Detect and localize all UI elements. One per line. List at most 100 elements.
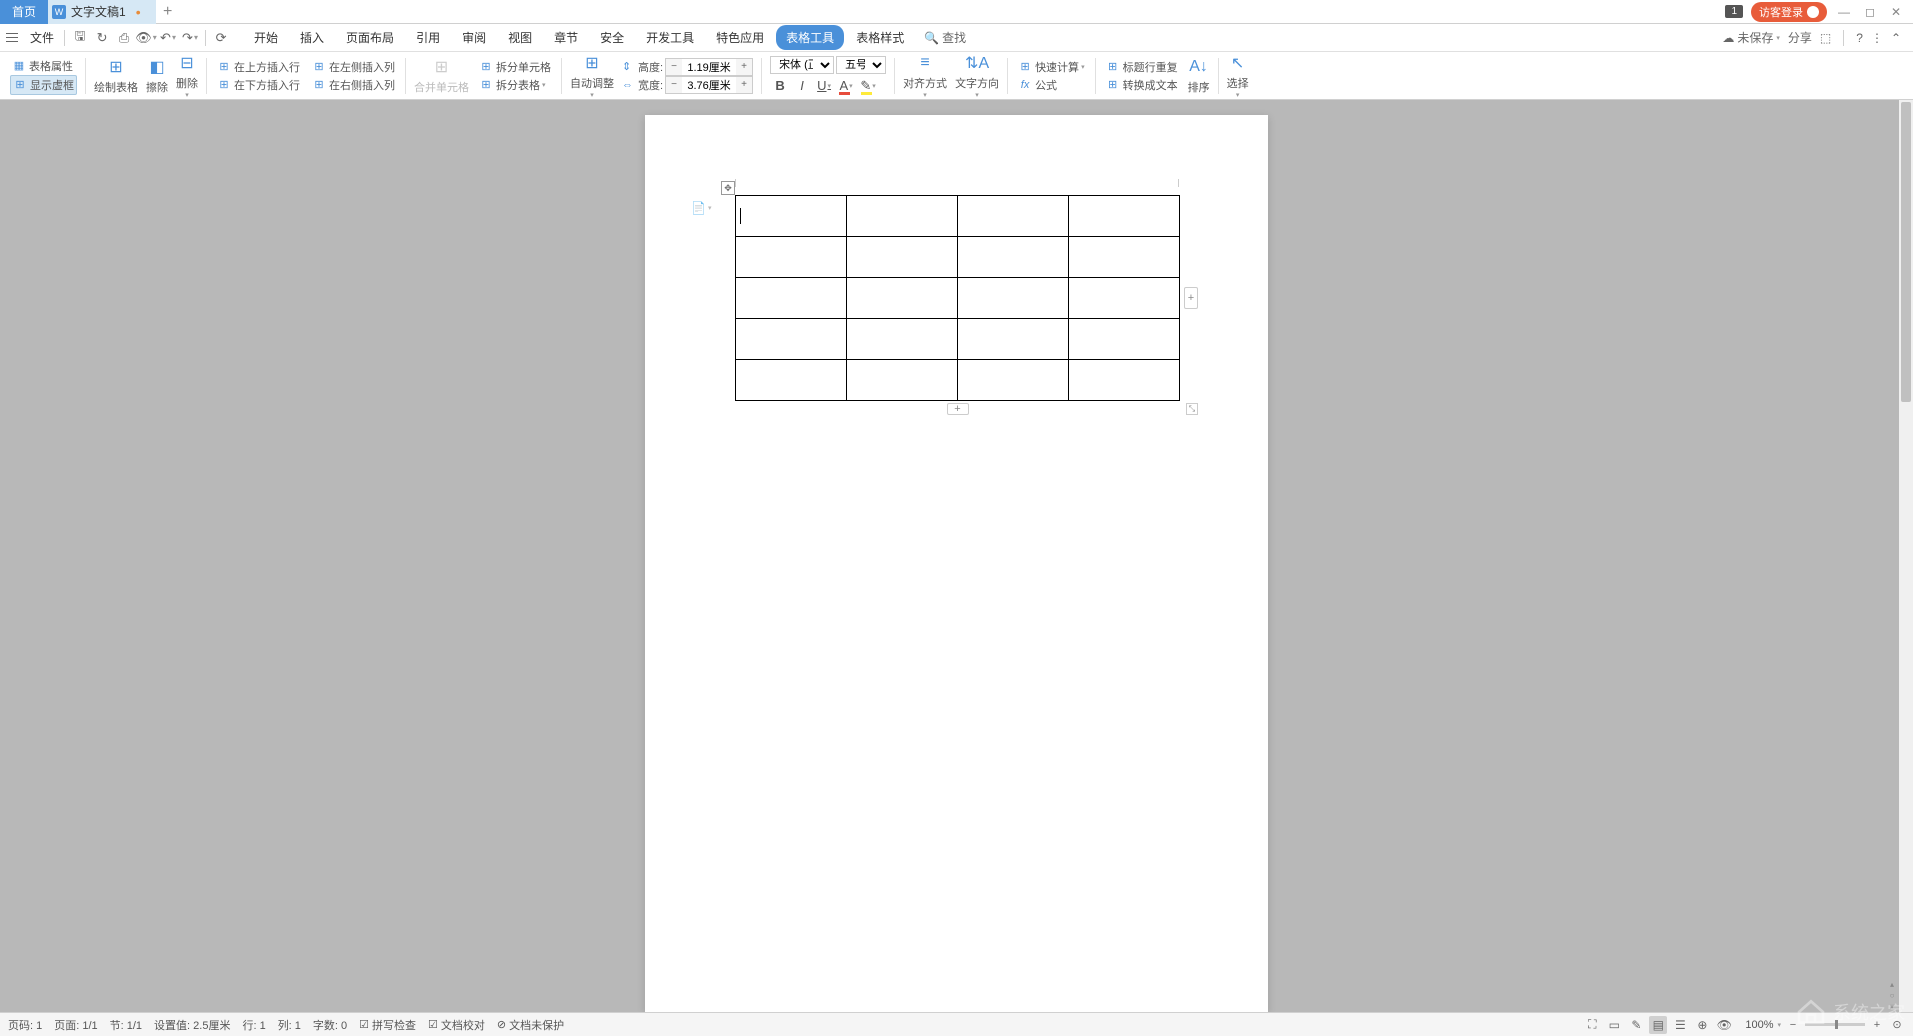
zoom-fit-button[interactable]: ⊙ [1889, 1017, 1905, 1033]
tab-references[interactable]: 引用 [406, 25, 450, 50]
add-row-button[interactable]: + [947, 403, 969, 415]
close-button[interactable]: ✕ [1887, 3, 1905, 21]
table-cell[interactable] [1069, 278, 1180, 319]
zoom-level[interactable]: 100% [1745, 1019, 1773, 1031]
table-cell[interactable] [847, 196, 958, 237]
table-cell[interactable] [958, 237, 1069, 278]
page[interactable]: 📄 ✥ + + ⤡ [645, 115, 1268, 1012]
tab-security[interactable]: 安全 [590, 25, 634, 50]
notification-badge[interactable]: 1 [1725, 5, 1743, 18]
home-tab[interactable]: 首页 [0, 0, 48, 24]
height-plus-button[interactable]: + [736, 59, 752, 75]
table-cell[interactable] [847, 237, 958, 278]
vertical-scrollbar[interactable] [1899, 100, 1913, 1012]
merge-cells-button[interactable]: ⊞合并单元格 [410, 55, 473, 97]
save-icon[interactable]: 🖫 [70, 28, 90, 48]
view-read-icon[interactable]: ▭ [1605, 1016, 1623, 1034]
tab-table-tools[interactable]: 表格工具 [776, 25, 844, 50]
scroll-up-icon[interactable]: ▴ [1885, 979, 1899, 990]
table-cell[interactable] [1069, 360, 1180, 401]
doc-protection-status[interactable]: ⊘文档未保护 [497, 1017, 564, 1033]
tab-view[interactable]: 视图 [498, 25, 542, 50]
view-web-icon[interactable]: ⊕ [1693, 1016, 1711, 1034]
undo-icon[interactable]: ↶ [158, 28, 178, 48]
tab-devtools[interactable]: 开发工具 [636, 25, 704, 50]
document-tab[interactable]: W 文字文稿1 • [48, 0, 156, 24]
table-cell[interactable] [958, 319, 1069, 360]
width-minus-button[interactable]: − [666, 77, 682, 93]
table-cell[interactable] [736, 319, 847, 360]
header-repeat-button[interactable]: ⊞标题行重复 [1104, 58, 1180, 76]
help-icon[interactable]: ? [1856, 31, 1863, 45]
formula-button[interactable]: fx公式 [1016, 76, 1087, 94]
collapse-ribbon-icon[interactable]: ⌃ [1891, 31, 1901, 45]
view-page-icon[interactable]: ▤ [1649, 1016, 1667, 1034]
height-input[interactable] [682, 59, 736, 75]
new-tab-button[interactable]: + [156, 3, 180, 21]
insert-col-left-button[interactable]: ⊞在左侧插入列 [310, 58, 397, 76]
view-eye-icon[interactable]: 👁 [1715, 1016, 1733, 1034]
table-cell[interactable] [1069, 196, 1180, 237]
search-box[interactable]: 🔍 查找 [924, 29, 966, 46]
redo-icon[interactable]: ↷ [180, 28, 200, 48]
table-cell[interactable] [847, 319, 958, 360]
table-resize-handle[interactable]: ⤡ [1186, 403, 1198, 415]
row-status[interactable]: 行: 1 [242, 1017, 265, 1033]
highlight-button[interactable]: ✎ [858, 76, 878, 96]
hamburger-menu-icon[interactable] [4, 30, 20, 46]
save-as-icon[interactable]: ↻ [92, 28, 112, 48]
more-icon[interactable]: ⋮ [1871, 31, 1883, 45]
quick-calc-button[interactable]: ⊞快速计算▾ [1016, 58, 1087, 76]
zoom-slider[interactable] [1805, 1023, 1865, 1026]
view-edit-icon[interactable]: ✎ [1627, 1016, 1645, 1034]
insert-col-right-button[interactable]: ⊞在右侧插入列 [310, 76, 397, 94]
font-name-select[interactable]: 宋体 (正文) [770, 56, 834, 74]
scroll-down-icon[interactable]: ▾ [1885, 1001, 1899, 1012]
table-cell[interactable] [958, 196, 1069, 237]
table-cell[interactable] [958, 278, 1069, 319]
view-fullscreen-icon[interactable]: ⛶ [1583, 1016, 1601, 1034]
feedback-icon[interactable]: ⬚ [1820, 31, 1831, 45]
tab-review[interactable]: 审阅 [452, 25, 496, 50]
convert-text-button[interactable]: ⊞转换成文本 [1104, 76, 1180, 94]
table-cell[interactable] [1069, 237, 1180, 278]
align-button[interactable]: ≡对齐方式 [899, 51, 951, 101]
insert-row-below-button[interactable]: ⊞在下方插入行 [215, 76, 302, 94]
select-button[interactable]: ↖选择 [1223, 51, 1253, 101]
share-button[interactable]: 分享 [1788, 29, 1812, 46]
minimize-button[interactable]: — [1835, 3, 1853, 21]
delete-button[interactable]: ⊟删除 [172, 51, 202, 101]
format-painter-icon[interactable]: ⟳ [211, 28, 231, 48]
tab-insert[interactable]: 插入 [290, 25, 334, 50]
tab-start[interactable]: 开始 [244, 25, 288, 50]
maximize-button[interactable]: ◻ [1861, 3, 1879, 21]
split-cells-button[interactable]: ⊞拆分单元格 [477, 58, 553, 76]
font-color-button[interactable]: A [836, 76, 856, 96]
split-table-button[interactable]: ⊞拆分表格▾ [477, 76, 553, 94]
document-table[interactable] [735, 195, 1180, 401]
col-status[interactable]: 列: 1 [278, 1017, 301, 1033]
width-plus-button[interactable]: + [736, 77, 752, 93]
print-icon[interactable]: ⎙ [114, 28, 134, 48]
scroll-circle-icon[interactable]: ○ [1885, 990, 1899, 1001]
table-cell[interactable] [847, 278, 958, 319]
width-input[interactable] [682, 77, 736, 93]
draw-table-button[interactable]: ⊞绘制表格 [90, 55, 142, 97]
tab-layout[interactable]: 页面布局 [336, 25, 404, 50]
tab-special[interactable]: 特色应用 [706, 25, 774, 50]
text-direction-button[interactable]: ⇅A文字方向 [951, 51, 1003, 101]
table-cell[interactable] [736, 196, 847, 237]
zoom-out-button[interactable]: − [1785, 1017, 1801, 1033]
section-status[interactable]: 节: 1/1 [110, 1017, 142, 1033]
underline-button[interactable]: U [814, 76, 834, 96]
page-status[interactable]: 页面: 1/1 [54, 1017, 97, 1033]
view-outline-icon[interactable]: ☰ [1671, 1016, 1689, 1034]
setting-status[interactable]: 设置值: 2.5厘米 [154, 1017, 230, 1033]
table-cell[interactable] [736, 237, 847, 278]
show-frame-button[interactable]: ⊞显示虚框 [10, 75, 77, 95]
bold-button[interactable]: B [770, 76, 790, 96]
table-cell[interactable] [736, 360, 847, 401]
zoom-in-button[interactable]: + [1869, 1017, 1885, 1033]
unsaved-indicator[interactable]: ☁ 未保存 ▾ [1722, 29, 1780, 46]
width-spinner[interactable]: − + [665, 76, 753, 94]
